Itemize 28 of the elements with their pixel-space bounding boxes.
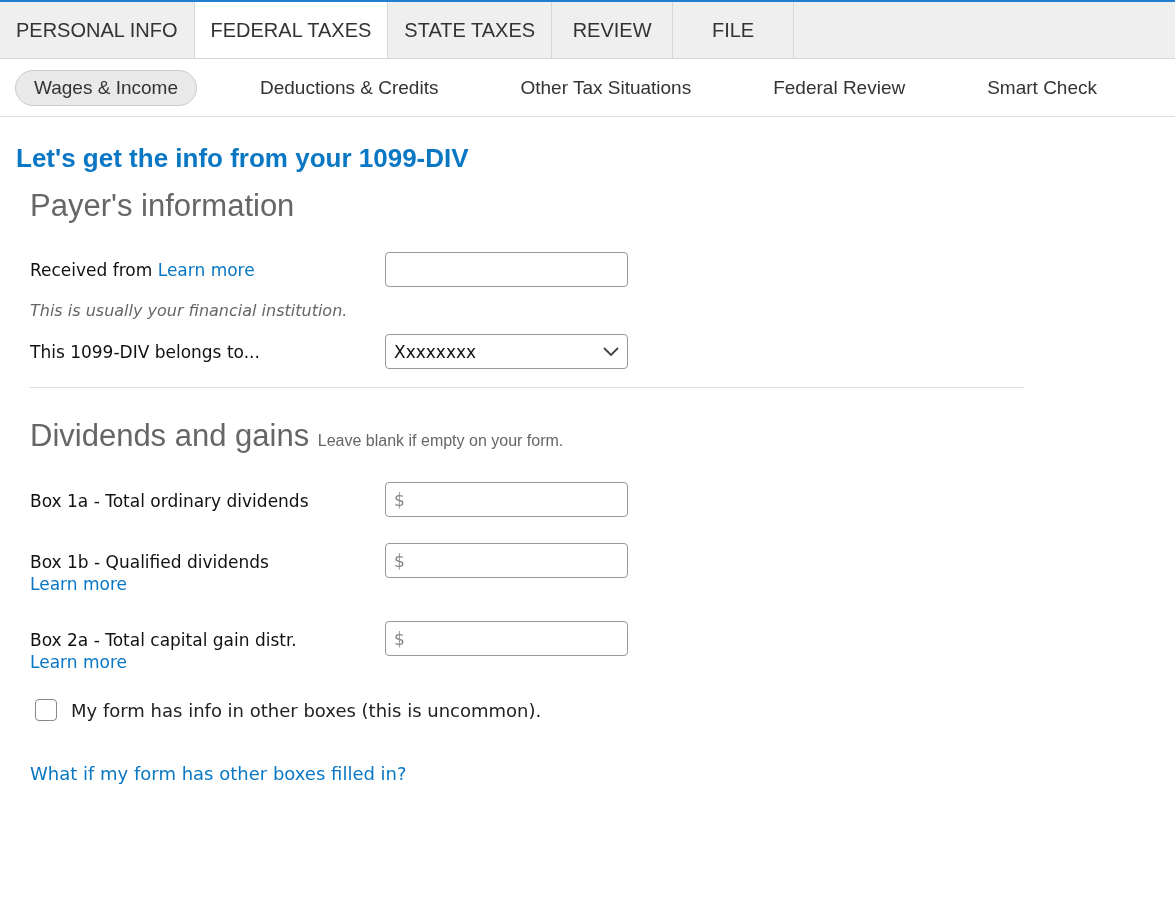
chevron-down-icon	[603, 346, 619, 357]
hint-text: This is usually your financial institution.	[30, 301, 349, 320]
field-label: This 1099-DIV belongs to...	[30, 340, 261, 363]
field-label: Box 1b - Qualified dividends Learn more	[30, 551, 270, 595]
learn-more-link[interactable]: Learn more	[30, 574, 127, 594]
subnav-tab[interactable]: Deductions & Credits	[240, 69, 458, 106]
field-label: Box 2a - Total capital gain distr. Learn more	[30, 629, 298, 673]
checkbox-label: My form has info in other boxes (this is uncommon).	[71, 699, 542, 721]
learn-more-link[interactable]: Learn more	[30, 652, 127, 672]
section-title: Dividends and gains	[30, 418, 310, 453]
subnav-tab[interactable]: Wages & Income	[15, 69, 197, 106]
subnav-tab[interactable]: Other Tax Situations	[501, 69, 711, 106]
subnav-tab[interactable]: Smart Check	[968, 69, 1116, 106]
subnav-tab[interactable]: Federal Review	[754, 69, 925, 106]
field-label: Box 1a - Total ordinary dividends	[30, 490, 310, 512]
amount-field[interactable]: $	[385, 482, 628, 517]
page-heading: Let's get the info from your 1099-DIV	[16, 143, 470, 174]
person-dropdown[interactable]: Xxxxxxxx	[385, 334, 628, 369]
learn-more-link[interactable]: Learn more	[157, 259, 255, 280]
amount-field[interactable]: $	[385, 543, 628, 578]
help-link[interactable]: What if my form has other boxes filled in?	[30, 763, 407, 784]
section-subtitle: Leave blank if empty on your form.	[317, 432, 564, 449]
field-label: Received from Learn more	[30, 258, 256, 281]
checkbox[interactable]	[35, 699, 57, 721]
nav-tab[interactable]: FEDERAL TAXES	[194, 2, 389, 58]
section-title: Payer's information	[30, 188, 296, 224]
text-field[interactable]	[385, 252, 628, 287]
amount-field[interactable]: $	[385, 621, 628, 656]
